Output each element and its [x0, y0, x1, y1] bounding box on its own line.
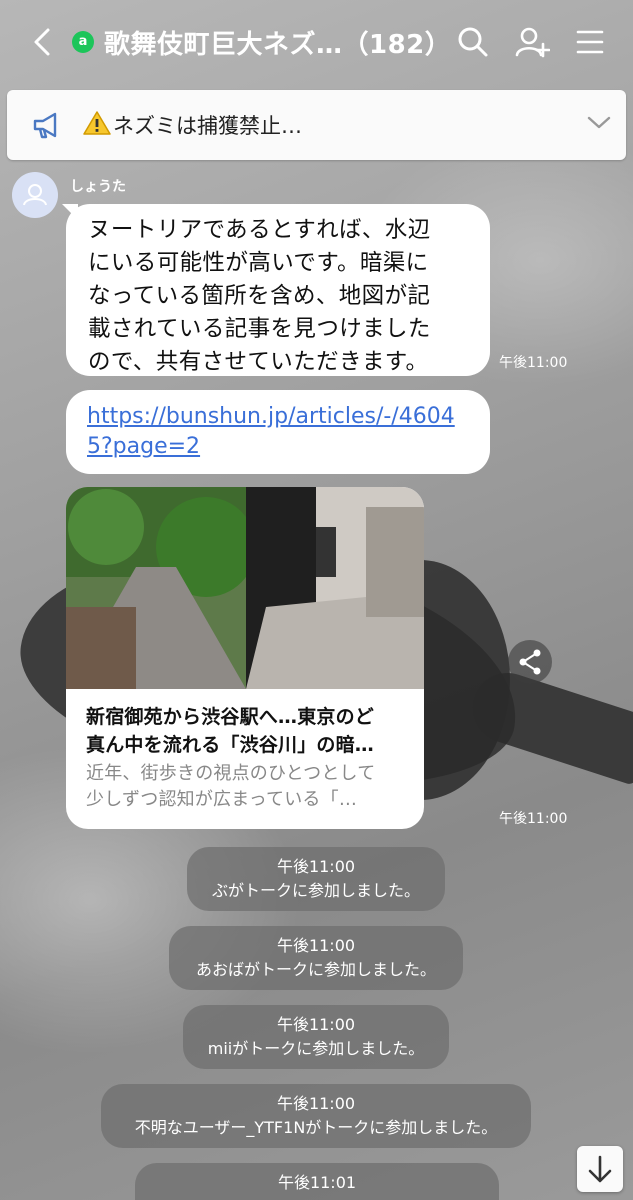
system-message-text: miiがトークに参加しました。 [207, 1039, 425, 1058]
system-message-text: 不明なユーザー_YTF1Nがトークに参加しました。 [134, 1118, 498, 1137]
announcement-text: ネズミは捕獲禁止… [113, 114, 302, 138]
avatar[interactable] [12, 172, 58, 218]
system-message-time: 午後11:00 [276, 1015, 356, 1034]
message-bubble[interactable]: ヌートリアであるとすれば、水辺 にいる可能性が高いです。暗渠に なっている箇所を… [66, 204, 490, 376]
system-message-text: ぶがトークに参加しました。 [211, 881, 420, 900]
default-user-icon [23, 184, 47, 206]
link-message-bubble[interactable]: https://bunshun.jp/articles/-/46045?page… [66, 390, 490, 474]
warning-icon [83, 111, 111, 135]
openchat-badge-icon: a [72, 31, 94, 53]
message-time: 午後11:00 [499, 811, 568, 827]
system-message-time: 午後11:01 [277, 1173, 357, 1192]
chat-title[interactable]: 歌舞伎町巨大ネズ…（182） [104, 24, 451, 61]
announcement-bar[interactable]: ネズミは捕獲禁止… [7, 90, 626, 160]
message-time: 午後11:00 [499, 355, 568, 371]
menu-icon[interactable] [572, 24, 608, 60]
system-message-text: あおばがトークに参加しました。 [195, 960, 436, 979]
system-message: 午後11:00 不明なユーザー_YTF1Nがトークに参加しました。 [101, 1084, 531, 1148]
chat-header: a 歌舞伎町巨大ネズ…（182） [0, 0, 633, 86]
system-message: 午後11:00 あおばがトークに参加しました。 [169, 926, 463, 990]
scroll-to-bottom-button[interactable] [577, 1146, 623, 1192]
arrow-down-icon [588, 1155, 612, 1183]
share-button[interactable] [508, 640, 552, 684]
share-icon [519, 649, 541, 675]
link-preview-card[interactable]: 新宿御苑から渋谷駅へ…東京のど 真ん中を流れる「渋谷川」の暗… 近年、街歩きの視… [66, 487, 424, 829]
add-friend-icon[interactable] [514, 24, 550, 60]
message-link[interactable]: https://bunshun.jp/articles/-/46045?page… [87, 402, 477, 462]
sender-name: しょうた [70, 179, 126, 195]
chevron-down-icon[interactable] [585, 112, 613, 132]
system-message-time: 午後11:00 [276, 857, 356, 876]
preview-title: 新宿御苑から渋谷駅へ…東京のど 真ん中を流れる「渋谷川」の暗… [86, 706, 375, 756]
system-message: 午後11:00 ぶがトークに参加しました。 [187, 847, 445, 911]
message-text: ヌートリアであるとすれば、水辺 にいる可能性が高いです。暗渠に なっている箇所を… [88, 217, 431, 375]
system-message-time: 午後11:00 [276, 1094, 356, 1113]
megaphone-icon [33, 112, 57, 139]
search-icon[interactable] [455, 24, 491, 60]
preview-description: 近年、街歩きの視点のひとつとして 少しずつ認知が広まっている「… [86, 763, 376, 810]
system-message-time: 午後11:00 [276, 936, 356, 955]
back-arrow-icon[interactable] [24, 22, 64, 62]
system-message: 午後11:00 miiがトークに参加しました。 [183, 1005, 449, 1069]
preview-image [66, 487, 424, 689]
system-message: 午後11:01 [135, 1163, 499, 1200]
